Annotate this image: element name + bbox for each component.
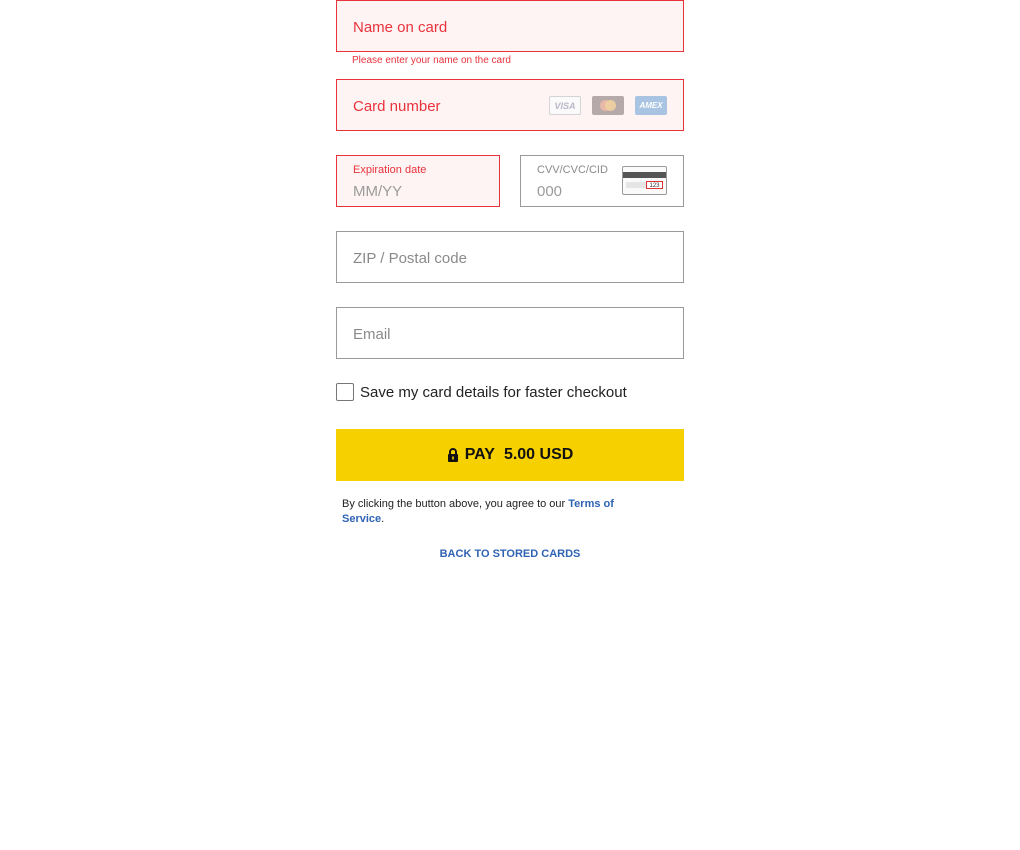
cvv-card-back-icon: 123 (622, 166, 667, 195)
amex-logo-text: AMEX (639, 101, 663, 110)
card-number-placeholder: Card number (353, 98, 441, 115)
cvv-field[interactable]: CVV/CVC/CID 000 123 (520, 155, 684, 207)
card-number-field[interactable]: Card number VISA AMEX (336, 79, 684, 131)
pay-button-label: PAY (464, 446, 495, 463)
terms-suffix: . (381, 513, 385, 525)
cvv-label: CVV/CVC/CID (537, 164, 608, 176)
card-brand-logos: VISA AMEX (549, 96, 667, 115)
back-to-stored-cards-link[interactable]: BACK TO STORED CARDS (336, 548, 684, 560)
terms-notice: By clicking the button above, you agree … (342, 497, 652, 527)
save-card-checkbox[interactable] (336, 383, 354, 401)
zip-postal-code-field[interactable]: ZIP / Postal code (336, 231, 684, 283)
expiration-date-placeholder: MM/YY (353, 183, 403, 200)
cvv-card-code: 123 (646, 181, 663, 189)
save-card-label[interactable]: Save my card details for faster checkout (360, 384, 627, 401)
mastercard-logo-icon (592, 96, 624, 115)
expiration-date-field[interactable]: Expiration date MM/YY (336, 155, 500, 207)
pay-button[interactable]: PAY 5.00 USD (336, 429, 684, 481)
name-on-card-field[interactable]: Name on card (336, 0, 684, 52)
visa-logo-text: VISA (554, 100, 576, 111)
amex-logo-icon: AMEX (635, 96, 667, 115)
expiration-date-label: Expiration date (353, 164, 427, 176)
save-card-row: Save my card details for faster checkout (336, 383, 627, 401)
visa-logo-icon: VISA (549, 96, 581, 115)
name-on-card-placeholder: Name on card (353, 19, 448, 36)
name-error-message: Please enter your name on the card (352, 55, 511, 66)
lock-icon (447, 448, 459, 462)
pay-amount: 5.00 USD (503, 446, 574, 463)
terms-prefix: By clicking the button above, you agree … (342, 498, 569, 510)
email-field[interactable]: Email (336, 307, 684, 359)
cvv-placeholder: 000 (537, 183, 563, 200)
email-placeholder: Email (353, 326, 391, 343)
zip-postal-code-placeholder: ZIP / Postal code (353, 250, 467, 267)
